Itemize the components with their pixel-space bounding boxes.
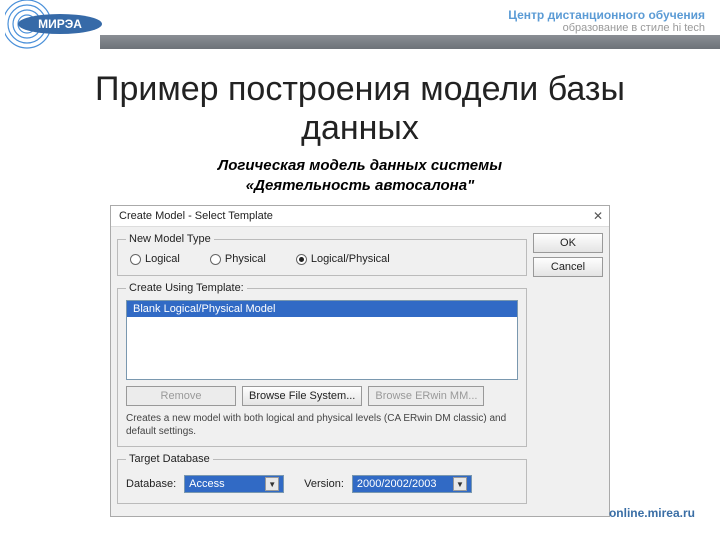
radio-logical-physical[interactable]: Logical/Physical: [296, 253, 390, 265]
dialog-titlebar: Create Model - Select Template ✕: [111, 206, 609, 227]
header-text: Центр дистанционного обучения образовани…: [508, 8, 705, 34]
radio-icon: [130, 254, 141, 265]
header-bar: [100, 35, 720, 49]
chevron-down-icon: ▼: [265, 477, 279, 491]
create-using-template-group: Create Using Template: Blank Logical/Phy…: [117, 282, 527, 447]
template-list[interactable]: Blank Logical/Physical Model: [126, 300, 518, 380]
radio-icon: [296, 254, 307, 265]
svg-text:МИРЭА: МИРЭА: [38, 17, 82, 31]
remove-button: Remove: [126, 386, 236, 406]
template-item-blank[interactable]: Blank Logical/Physical Model: [127, 301, 517, 317]
slide-subtitle: Логическая модель данных системы «Деятел…: [0, 156, 720, 195]
header-title: Центр дистанционного обучения: [508, 8, 705, 22]
footer-url: online.mirea.ru: [609, 506, 695, 520]
template-legend: Create Using Template:: [126, 282, 247, 294]
radio-logical[interactable]: Logical: [130, 253, 180, 265]
browse-erwin-mm-button: Browse ERwin MM...: [368, 386, 484, 406]
new-model-type-group: New Model Type Logical Physical Logical/…: [117, 233, 527, 276]
ok-button[interactable]: OK: [533, 233, 603, 253]
subtitle-line2: «Деятельность автосалона": [0, 176, 720, 196]
database-label: Database:: [126, 478, 176, 490]
dialog-title-text: Create Model - Select Template: [119, 210, 273, 222]
new-model-type-legend: New Model Type: [126, 233, 214, 245]
target-db-legend: Target Database: [126, 453, 213, 465]
slide-title: Пример построения модели базы данных: [60, 70, 660, 148]
subtitle-line1: Логическая модель данных системы: [0, 156, 720, 176]
radio-icon: [210, 254, 221, 265]
slide-header: МИРЭА Центр дистанционного обучения обра…: [0, 0, 720, 60]
create-model-dialog: Create Model - Select Template ✕ New Mod…: [110, 205, 610, 517]
browse-file-system-button[interactable]: Browse File System...: [242, 386, 362, 406]
cancel-button[interactable]: Cancel: [533, 257, 603, 277]
mirea-logo: МИРЭА: [5, 0, 105, 55]
version-label: Version:: [304, 478, 344, 490]
version-select[interactable]: 2000/2002/2003 ▼: [352, 475, 472, 493]
target-database-group: Target Database Database: Access ▼ Versi…: [117, 453, 527, 504]
template-description: Creates a new model with both logical an…: [126, 412, 518, 438]
header-subtitle: образование в стиле hi tech: [508, 22, 705, 34]
chevron-down-icon: ▼: [453, 477, 467, 491]
close-icon[interactable]: ✕: [593, 209, 603, 223]
radio-physical[interactable]: Physical: [210, 253, 266, 265]
database-select[interactable]: Access ▼: [184, 475, 284, 493]
